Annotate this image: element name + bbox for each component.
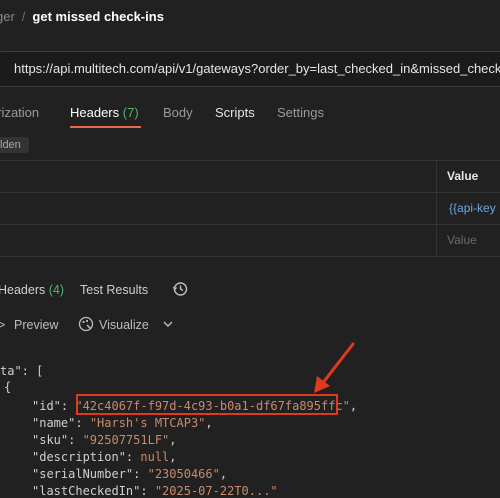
table-divider xyxy=(0,224,500,225)
table-column-divider xyxy=(436,161,437,257)
tab-authorization[interactable]: orization xyxy=(0,105,39,120)
chevron-right-icon: > xyxy=(0,318,6,332)
breadcrumb-separator: / xyxy=(21,9,26,24)
visualize-button[interactable]: Visualize xyxy=(99,318,149,332)
url-input[interactable]: https://api.multitech.com/api/v1/gateway… xyxy=(0,51,500,87)
response-headers-count: (4) xyxy=(48,283,65,297)
tab-body[interactable]: Body xyxy=(163,105,193,120)
header-value-cell[interactable]: {{api-key xyxy=(449,201,496,215)
request-tabs: orization Headers (7) Body Scripts Setti… xyxy=(0,105,500,127)
history-icon[interactable] xyxy=(172,281,188,297)
json-line: "description": null, xyxy=(32,450,177,464)
response-tabs: Headers (4) Test Results xyxy=(0,283,198,301)
breadcrumb: ger / get missed check-ins xyxy=(0,9,164,24)
tab-response-headers[interactable]: Headers (4) xyxy=(0,283,64,297)
url-text[interactable]: https://api.multitech.com/api/v1/gateway… xyxy=(14,61,500,76)
json-line: ta": [ xyxy=(0,364,44,378)
headers-count: (7) xyxy=(122,105,139,120)
annotation-arrow-icon xyxy=(314,342,355,393)
annotation-highlight-box xyxy=(76,394,338,415)
breadcrumb-parent[interactable]: ger xyxy=(0,9,15,24)
table-divider xyxy=(0,256,500,257)
hidden-headers-toggle[interactable]: lden xyxy=(0,137,29,153)
json-line: { xyxy=(4,380,12,394)
visualize-icon xyxy=(78,316,94,332)
preview-button[interactable]: Preview xyxy=(14,318,58,332)
json-line: "serialNumber": "23050466", xyxy=(32,467,228,481)
table-divider xyxy=(0,192,500,193)
json-line: "lastCheckedIn": "2025-07-22T0..." xyxy=(32,484,278,498)
tab-scripts[interactable]: Scripts xyxy=(215,105,255,120)
chevron-down-icon[interactable] xyxy=(162,319,174,329)
tab-settings[interactable]: Settings xyxy=(277,105,324,120)
page-title[interactable]: get missed check-ins xyxy=(32,9,164,24)
tab-test-results[interactable]: Test Results xyxy=(80,283,148,297)
tab-headers[interactable]: Headers (7) xyxy=(70,105,139,120)
table-divider xyxy=(0,160,500,161)
json-line: "name": "Harsh's MTCAP3", xyxy=(32,416,213,430)
value-column-header: Value xyxy=(447,169,479,183)
json-line: "sku": "92507751LF", xyxy=(32,433,177,447)
active-tab-indicator xyxy=(70,126,141,128)
header-value-placeholder[interactable]: Value xyxy=(447,233,477,247)
